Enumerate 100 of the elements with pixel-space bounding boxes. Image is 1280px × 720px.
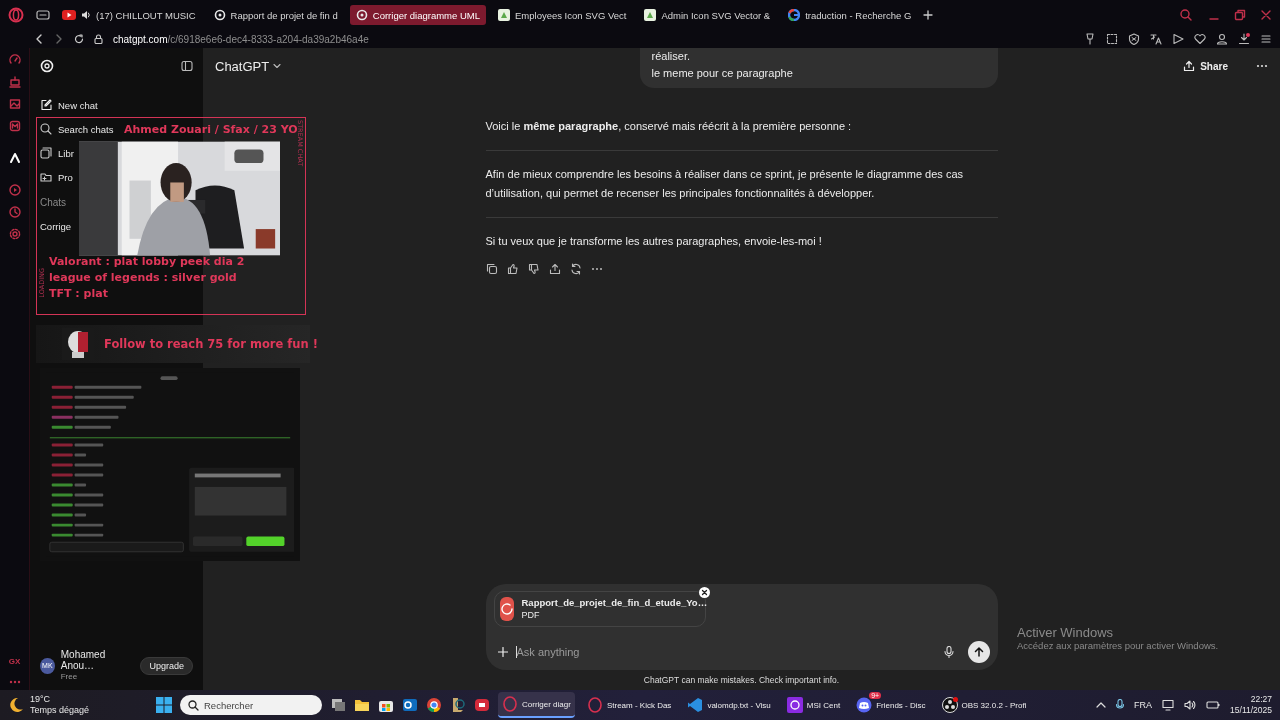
reload-icon[interactable] [74,34,84,44]
regenerate-icon[interactable] [569,263,582,275]
forward-icon[interactable] [54,34,64,44]
sidebar-item[interactable]: Search chats [36,117,115,141]
m-app-icon[interactable] [8,120,21,132]
tab-island-icon[interactable] [36,9,50,21]
windows-stack-icon[interactable] [330,697,346,713]
leaf-icon [498,9,510,21]
profile-icon[interactable] [1216,33,1228,45]
robot-icon[interactable] [8,76,21,88]
back-icon[interactable] [34,34,44,44]
search-icon [188,699,199,711]
reply-paragraph: Afin de mieux comprendre les besoins à réaliser dans ce sprint, je présente le diagramme des cas d’utilisation, qui permet de recenser les principales fonctionnalités à développer. [485,167,965,201]
chevron-up-icon[interactable] [1096,702,1107,708]
snapshot-icon[interactable] [1106,33,1118,45]
search-field[interactable]: Rechercher [180,695,322,715]
taskbar-app[interactable]: valomdp.txt - Visu [683,692,775,718]
user-name: Mohamed Anou… [60,649,107,671]
message-field[interactable]: Ask anything [515,646,936,658]
share-button[interactable]: Share [1177,59,1234,73]
share-icon [1183,60,1196,72]
thumbs-up-icon[interactable] [506,263,519,275]
google-icon [788,9,801,21]
start-icon[interactable] [156,697,172,713]
microphone-icon[interactable] [1116,699,1125,711]
taskbar-app[interactable]: OBS 32.0.2 - Profi [937,692,1031,718]
taskbar-app[interactable]: Stream - Kick Das [582,692,676,718]
volume-icon[interactable] [1184,699,1197,711]
battery-icon[interactable] [1206,700,1221,710]
sidebar-item[interactable]: Pro [36,165,74,189]
message-text: le meme pour ce paragraphe [651,66,794,81]
edit-icon [40,99,52,111]
chat-history-item[interactable]: Corrige [36,214,73,238]
clock-time: 22:27 [1250,694,1272,705]
emblem-icon[interactable] [450,697,466,713]
address-field[interactable]: chatgpt.com/c/6918e6e6-dec4-8333-a204-da39a2b46a4e [113,33,369,45]
upload-icon[interactable] [548,263,561,275]
browser-logo-icon [502,696,518,712]
code-editor-icon [687,697,704,713]
streamer-title: Ahmed Zouari / Sfax / 23 YO [124,123,298,136]
browser-tab[interactable]: Admin Icon SVG Vector & [638,5,777,25]
translate-icon[interactable] [1150,33,1162,45]
leaf-icon [644,9,657,21]
logo-icon[interactable] [40,59,54,73]
heart-icon[interactable] [1194,33,1206,45]
history-icon[interactable] [8,206,21,218]
upgrade-button[interactable]: Upgrade [140,656,193,675]
send-icon[interactable] [1172,33,1184,45]
language-indicator[interactable]: FRA [1134,700,1153,710]
sidebar-toggle-icon[interactable] [181,60,193,72]
plan-label: Free [60,671,79,682]
microphone-icon[interactable] [943,646,954,658]
menu-icon[interactable] [1260,33,1272,45]
taskbar-app[interactable]: MSI Cent [782,692,845,718]
more-icon[interactable] [1256,64,1268,68]
play-icon[interactable] [8,184,21,196]
browser-tab[interactable]: (17) CHILLOUT MUSIC [56,5,202,25]
message-text: réaliser. [651,49,692,64]
send-button[interactable] [967,641,990,663]
copy-icon[interactable] [485,263,498,275]
moon-icon [8,697,24,713]
settings-icon[interactable] [8,228,21,240]
sidebar-item[interactable]: Libr [36,141,75,165]
rank-text: TFT : plat [49,286,109,302]
file-name: Rapport_de_projet_de_fin_d_etude_Yo… [521,597,708,609]
browser-tab[interactable]: Employees Icon SVG Vect [492,5,633,25]
lock-icon [94,34,103,44]
reply-paragraph: Voici le même paragraphe, conservé mais réécrit à la première personne : [485,119,853,134]
thumbs-down-icon[interactable] [527,263,540,275]
speedometer-icon[interactable] [8,54,21,66]
activation-text: Accédez aux paramètres pour activer Windows. [1017,640,1219,651]
taskbar-app[interactable]: Corriger diagr [498,692,575,718]
pin-icon[interactable] [1084,33,1096,45]
network-icon[interactable] [1162,699,1175,711]
browser-tab[interactable]: Corriger diagramme UML [349,5,486,25]
search-icon[interactable] [1180,9,1192,21]
close-icon[interactable] [1260,9,1272,21]
browser-tab[interactable]: traduction - Recherche G [782,5,918,25]
plus-icon[interactable] [497,647,508,657]
restore-icon[interactable] [1234,9,1246,21]
mail-icon[interactable] [402,697,418,713]
new-tab-icon[interactable] [923,10,934,20]
download-icon[interactable] [1238,33,1250,45]
app-icon[interactable] [474,697,490,713]
browser-logo-icon[interactable] [8,7,24,23]
shield-icon[interactable] [1128,33,1140,45]
new-chat-button[interactable]: New chat [36,93,99,117]
model-selector[interactable]: ChatGPT [215,58,282,74]
disclaimer-text: ChatGPT can make mistakes. Check important info. [643,674,840,687]
controller-icon [856,697,873,713]
gallery-icon[interactable] [8,98,21,110]
section-label: Chats [39,197,68,208]
weather-text: Temps dégagé [30,705,90,716]
folder-icon[interactable] [354,697,370,713]
file-type: PDF [521,609,541,621]
chrome-icon[interactable] [426,697,442,713]
browser-tab[interactable]: Rapport de projet de fin d [207,5,344,25]
rank-text: league of legends : silver gold [49,270,238,286]
follow-text: Follow to reach 75 for more fun ! [104,337,318,351]
remove-icon[interactable] [698,587,710,598]
